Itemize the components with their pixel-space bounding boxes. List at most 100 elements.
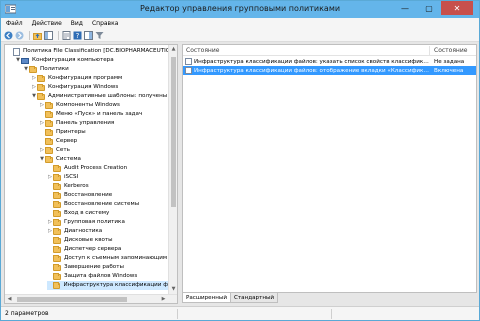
toolbar-separator xyxy=(58,30,59,40)
maximize-button[interactable]: ▢ xyxy=(417,1,441,15)
tree-item-label: Завершение работы xyxy=(64,264,124,270)
tree-item[interactable]: Доступ к съемным запоминающим xyxy=(47,254,167,263)
tree-item-label: Политики xyxy=(40,66,69,72)
tab-extended[interactable]: Расширенный xyxy=(182,293,231,303)
tree-item-label: Восстановление xyxy=(64,192,113,198)
up-folder-icon[interactable] xyxy=(33,31,42,40)
tree-item[interactable]: Сервер xyxy=(39,137,77,146)
folder-icon xyxy=(53,209,61,217)
help-icon[interactable]: ? xyxy=(73,31,82,40)
folder-icon xyxy=(53,236,61,244)
scroll-thumb[interactable] xyxy=(17,297,127,302)
back-icon[interactable] xyxy=(4,31,13,40)
setting-icon xyxy=(185,67,192,74)
tree-item[interactable]: ▼ Административные шаблоны: получены xyxy=(31,92,167,101)
folder-icon xyxy=(53,272,61,280)
tree-item[interactable]: Вход в систему xyxy=(47,209,109,218)
tree-item[interactable]: ▼ Политики xyxy=(23,65,69,74)
tree-item[interactable]: ▷ Компоненты Windows xyxy=(39,101,120,110)
scroll-up-icon[interactable]: ▲ xyxy=(169,45,177,54)
menu-help[interactable]: Справка xyxy=(87,18,122,29)
console-tree-pane[interactable]: Политика File Classification [DC.BIOPHAR… xyxy=(4,44,178,304)
tree-item[interactable]: ▷ Диагностика xyxy=(47,227,102,236)
tree-item[interactable]: Меню «Пуск» и панель задач xyxy=(39,110,142,119)
minimize-button[interactable]: — xyxy=(393,1,417,15)
tree-item-label: Групповая политика xyxy=(64,219,125,225)
computer-icon xyxy=(21,57,29,64)
title-bar[interactable]: Редактор управления групповыми политикам… xyxy=(1,1,479,18)
close-button[interactable]: ✕ xyxy=(441,1,473,15)
tree-item-label: Восстановление системы xyxy=(64,201,140,207)
setting-state: Не задана xyxy=(434,58,465,65)
status-bar: 2 параметров xyxy=(1,306,479,320)
filter-icon[interactable] xyxy=(95,31,104,40)
folder-icon xyxy=(53,263,61,271)
svg-text:?: ? xyxy=(76,32,80,40)
tree-item-label: Конфигурация Windows xyxy=(48,84,119,90)
folder-icon xyxy=(53,227,61,235)
tree-item-label: Защита файлов Windows xyxy=(64,273,138,279)
tree-vertical-scrollbar[interactable]: ▲ ▼ xyxy=(168,45,177,294)
tree-item[interactable]: Дисковые квоты xyxy=(47,236,113,245)
scroll-left-icon[interactable]: ◀ xyxy=(5,295,14,303)
scroll-thumb[interactable] xyxy=(171,57,176,207)
tree-item[interactable]: Инфраструктура классификации ф xyxy=(47,281,168,290)
tree-item-label: iSCSI xyxy=(64,174,79,180)
folder-icon xyxy=(45,128,53,136)
tree-item[interactable]: ▷ Конфигурация Windows xyxy=(31,83,118,92)
scroll-right-icon[interactable]: ▶ xyxy=(159,295,168,303)
tree-item[interactable]: ▷ Конфигурация программ xyxy=(31,74,122,83)
tree-item[interactable]: ▼ Конфигурация компьютера xyxy=(15,56,114,65)
status-divider xyxy=(331,309,332,319)
folder-icon xyxy=(53,218,61,226)
folder-icon xyxy=(45,137,53,145)
tree-item[interactable]: ▷ Панель управления xyxy=(39,119,114,128)
menu-view[interactable]: Вид xyxy=(66,18,87,29)
menu-action[interactable]: Действие xyxy=(27,18,66,29)
setting-state: Включена xyxy=(434,67,464,74)
show-hide-icon[interactable] xyxy=(84,30,93,40)
tree-item[interactable]: Kerberos xyxy=(47,182,89,191)
tree-item-label: Audit Process Creation xyxy=(64,165,128,171)
setting-icon xyxy=(185,58,192,65)
tree-item-label: Административные шаблоны: получены xyxy=(48,93,168,99)
list-header: Состояние Состояние xyxy=(183,45,476,56)
tree-item[interactable]: Защита файлов Windows xyxy=(47,272,137,281)
list-row[interactable]: Инфраструктура классификации файлов: ото… xyxy=(183,66,476,75)
tree-item[interactable]: Диспетчер сервера xyxy=(47,245,121,254)
menu-bar: Файл Действие Вид Справка xyxy=(1,18,479,29)
tree-item[interactable]: Восстановление xyxy=(47,191,112,200)
tree-item-label: Система xyxy=(56,156,81,162)
tree-item[interactable]: ▷ Групповая политика xyxy=(47,218,125,227)
list-row[interactable]: Инфраструктура классификации файлов: ука… xyxy=(183,57,476,66)
folder-icon xyxy=(29,65,37,73)
folder-icon xyxy=(45,155,53,163)
tree-item[interactable]: Восстановление системы xyxy=(47,200,139,209)
tree-item-label: Kerberos xyxy=(64,183,89,189)
tree-item-label: Меню «Пуск» и панель задач xyxy=(56,111,143,117)
folder-icon xyxy=(45,119,53,127)
column-header-state[interactable]: Состояние xyxy=(431,45,467,56)
forward-icon[interactable] xyxy=(15,31,24,40)
tree-item-label: Принтеры xyxy=(56,129,86,135)
tree-item[interactable]: ▷ iSCSI xyxy=(47,173,78,182)
folder-icon xyxy=(53,164,61,172)
menu-file[interactable]: Файл xyxy=(1,18,27,29)
tree-item[interactable]: Принтеры xyxy=(39,128,86,137)
tree-item[interactable]: Audit Process Creation xyxy=(47,164,127,173)
setting-name: Инфраструктура классификации файлов: ото… xyxy=(194,67,429,74)
console-tree-icon[interactable] xyxy=(44,30,53,40)
tree-item[interactable]: Завершение работы xyxy=(47,263,124,272)
tree-horizontal-scrollbar[interactable]: ◀ ▶ xyxy=(5,294,177,303)
tab-standard[interactable]: Стандартный xyxy=(230,293,279,303)
column-header-name[interactable]: Состояние xyxy=(183,45,219,56)
tree-item-label: Сервер xyxy=(56,138,78,144)
tree-item[interactable]: ▼ Система xyxy=(39,155,81,164)
tree-item[interactable]: Политика File Classification [DC.BIOPHAR… xyxy=(7,47,168,56)
column-divider[interactable] xyxy=(429,46,430,55)
properties-icon[interactable] xyxy=(62,30,71,40)
view-tabs: Расширенный Стандартный xyxy=(182,293,477,304)
scroll-down-icon[interactable]: ▼ xyxy=(169,285,177,294)
tree-item[interactable]: ▷ Сеть xyxy=(39,146,70,155)
tree-item-label: Инфраструктура классификации ф xyxy=(63,282,168,288)
